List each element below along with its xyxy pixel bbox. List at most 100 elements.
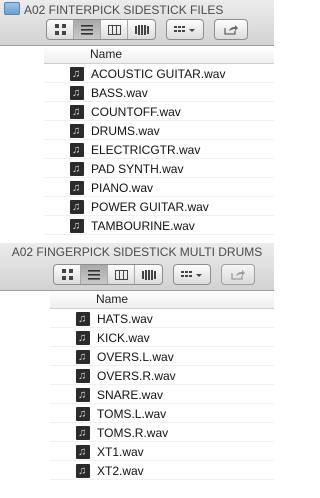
audio-file-icon: ♫: [76, 368, 90, 383]
window-title: A02 FINGERPICK SIDESTICK MULTI DRUMS: [0, 245, 274, 259]
window-title: A02 FINTERPICK SIDESTICK FILES: [4, 2, 223, 17]
music-note-icon: ♫: [72, 162, 81, 175]
file-name: TAMBOURINE.wav: [91, 218, 195, 233]
column-view-icon: [114, 269, 128, 280]
file-row[interactable]: ♫ PIANO.wav: [44, 178, 274, 197]
music-note-icon: ♫: [72, 143, 81, 156]
arrange-button[interactable]: [173, 264, 211, 285]
audio-file-icon: ♫: [70, 180, 84, 195]
cover-flow-icon: [141, 269, 156, 280]
share-icon: [224, 25, 238, 35]
window-title-text: A02 FINGERPICK SIDESTICK MULTI DRUMS: [11, 245, 263, 259]
audio-file-icon: ♫: [76, 406, 90, 421]
music-note-icon: ♫: [78, 369, 87, 382]
audio-file-icon: ♫: [70, 199, 84, 214]
cover-flow-button[interactable]: [128, 20, 155, 39]
share-button[interactable]: [221, 264, 255, 285]
icon-view-button[interactable]: [47, 20, 74, 39]
file-row[interactable]: ♫ POWER GUITAR.wav: [44, 197, 274, 216]
window-titlebar[interactable]: A02 FINTERPICK SIDESTICK FILES: [0, 0, 274, 46]
list-view-button[interactable]: [74, 20, 101, 39]
music-note-icon: ♫: [72, 181, 81, 194]
toolbar: [46, 19, 248, 40]
file-row[interactable]: ♫ HATS.wav: [50, 309, 274, 328]
toolbar: [53, 264, 255, 285]
file-name: TOMS.R.wav: [97, 425, 169, 440]
file-list: Name ♫ HATS.wav ♫ KICK.wav ♫ OVERS.L.wav ♫ OVER…: [0, 291, 274, 498]
file-name: XT2.wav: [97, 463, 144, 478]
file-row[interactable]: ♫ ACOUSTIC GUITAR.wav: [44, 64, 274, 83]
file-row[interactable]: ♫ XT1.wav: [50, 442, 274, 461]
audio-file-icon: ♫: [76, 349, 90, 364]
file-name: XT1.wav: [97, 444, 144, 459]
file-row[interactable]: ♫ BASS.wav: [44, 83, 274, 102]
file-name: DRUMS.wav: [91, 123, 160, 138]
list-view-button[interactable]: [81, 265, 108, 284]
file-name: ACOUSTIC GUITAR.wav: [91, 66, 226, 81]
view-mode-control: [53, 264, 163, 285]
file-list: Name ♫ ACOUSTIC GUITAR.wav ♫ BASS.wav ♫ COUNT…: [0, 46, 274, 243]
audio-file-icon: ♫: [70, 142, 84, 157]
share-icon: [231, 270, 245, 280]
audio-file-icon: ♫: [76, 463, 90, 478]
file-row[interactable]: ♫ COUNTOFF.wav: [44, 102, 274, 121]
file-row[interactable]: ♫ DRUMS.wav: [44, 121, 274, 140]
icon-view-icon: [61, 269, 73, 280]
cover-flow-button[interactable]: [135, 265, 162, 284]
arrange-button[interactable]: [166, 19, 204, 40]
music-note-icon: ♫: [72, 219, 81, 232]
file-name: POWER GUITAR.wav: [91, 199, 209, 214]
file-row[interactable]: ♫ SNARE.wav: [50, 385, 274, 404]
audio-file-icon: ♫: [70, 123, 84, 138]
music-note-icon: ♫: [72, 105, 81, 118]
music-note-icon: ♫: [78, 350, 87, 363]
row-divider: [50, 479, 274, 480]
finder-window-1: A02 FINTERPICK SIDESTICK FILES Name ♫ AC…: [0, 0, 274, 243]
finder-window-2: A02 FINGERPICK SIDESTICK MULTI DRUMS Nam…: [0, 243, 274, 498]
column-view-icon: [107, 24, 121, 35]
window-title-text: A02 FINTERPICK SIDESTICK FILES: [24, 3, 224, 17]
file-row[interactable]: ♫ TOMS.R.wav: [50, 423, 274, 442]
audio-file-icon: ♫: [70, 85, 84, 100]
column-view-button[interactable]: [101, 20, 128, 39]
file-name: COUNTOFF.wav: [91, 104, 181, 119]
file-row[interactable]: ♫ ELECTRICGTR.wav: [44, 140, 274, 159]
audio-file-icon: ♫: [70, 104, 84, 119]
file-row[interactable]: ♫ PAD SYNTH.wav: [44, 159, 274, 178]
icon-view-button[interactable]: [54, 265, 81, 284]
file-name: KICK.wav: [97, 330, 150, 345]
music-note-icon: ♫: [72, 124, 81, 137]
file-row[interactable]: ♫ TAMBOURINE.wav: [44, 216, 274, 235]
music-note-icon: ♫: [78, 445, 87, 458]
folder-icon: [4, 2, 20, 15]
window-titlebar[interactable]: A02 FINGERPICK SIDESTICK MULTI DRUMS: [0, 243, 274, 291]
audio-file-icon: ♫: [76, 444, 90, 459]
file-row[interactable]: ♫ KICK.wav: [50, 328, 274, 347]
list-view-icon: [81, 24, 93, 35]
column-view-button[interactable]: [108, 265, 135, 284]
file-row[interactable]: ♫ XT2.wav: [50, 461, 274, 480]
arrange-menu-icon: [174, 25, 195, 32]
audio-file-icon: ♫: [76, 425, 90, 440]
file-row[interactable]: ♫ TOMS.L.wav: [50, 404, 274, 423]
row-divider: [44, 234, 274, 235]
file-name: TOMS.L.wav: [97, 406, 167, 421]
audio-file-icon: ♫: [76, 311, 90, 326]
file-name: BASS.wav: [91, 85, 148, 100]
file-name: PAD SYNTH.wav: [91, 161, 184, 176]
file-row[interactable]: ♫ OVERS.L.wav: [50, 347, 274, 366]
icon-view-icon: [54, 24, 66, 35]
music-note-icon: ♫: [72, 200, 81, 213]
audio-file-icon: ♫: [76, 330, 90, 345]
music-note-icon: ♫: [78, 464, 87, 477]
file-row[interactable]: ♫ OVERS.R.wav: [50, 366, 274, 385]
music-note-icon: ♫: [72, 67, 81, 80]
file-name: PIANO.wav: [91, 180, 154, 195]
share-button[interactable]: [214, 19, 248, 40]
music-note-icon: ♫: [78, 331, 87, 344]
column-header-name[interactable]: Name: [44, 46, 274, 64]
audio-file-icon: ♫: [70, 66, 84, 81]
list-view-icon: [88, 269, 100, 280]
view-mode-control: [46, 19, 156, 40]
column-header-name[interactable]: Name: [50, 291, 274, 309]
